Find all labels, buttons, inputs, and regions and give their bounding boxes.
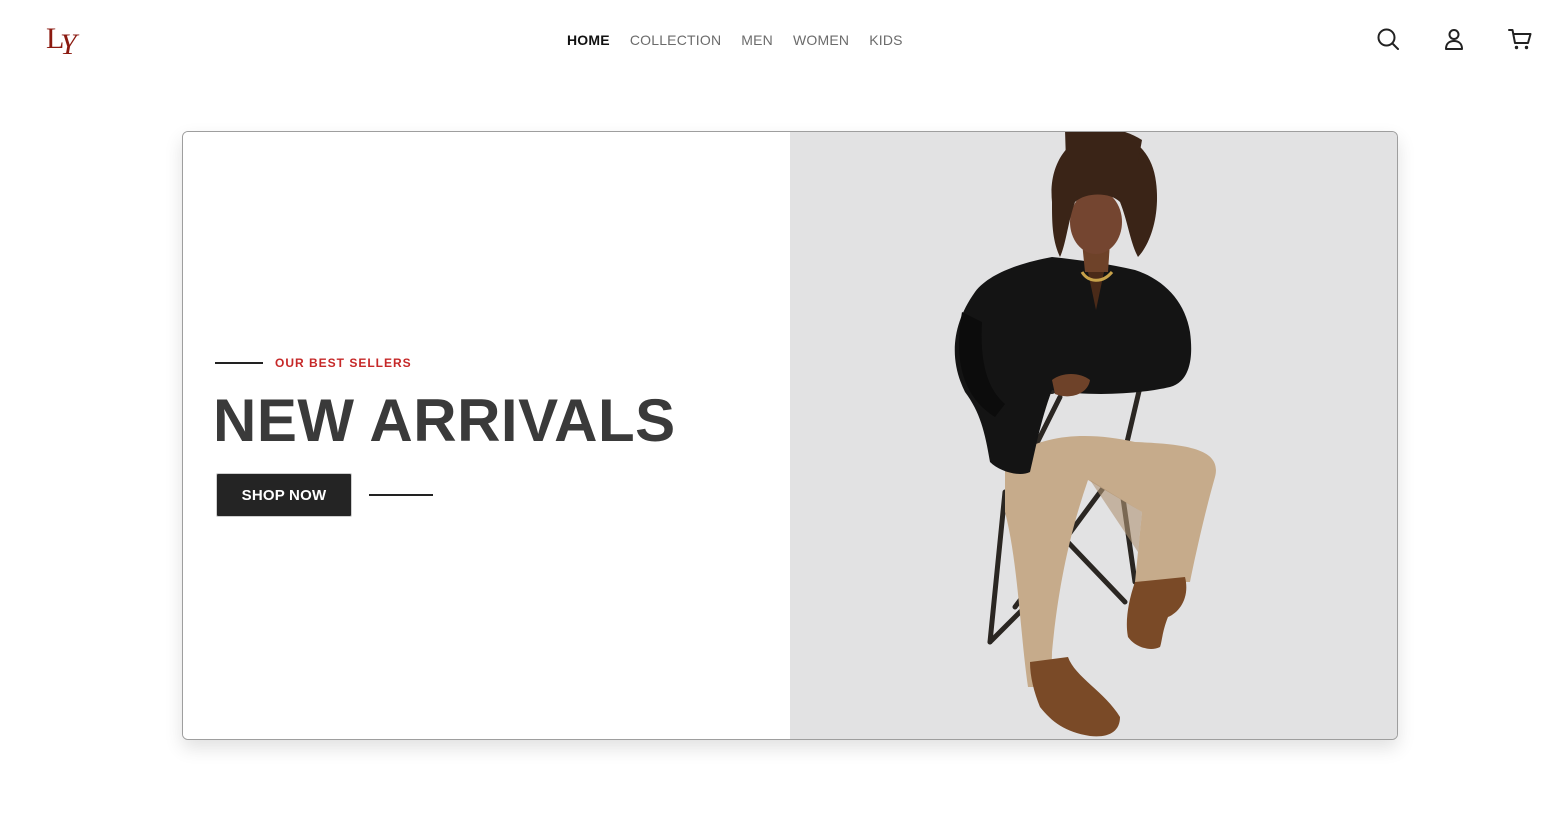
nav-item-kids[interactable]: KIDS [869,32,902,48]
hero-banner: OUR BEST SELLERS NEW ARRIVALS SHOP NOW [182,131,1398,740]
nav-item-men[interactable]: MEN [741,32,773,48]
brand-logo[interactable]: L Y [44,18,88,60]
hero-model-image[interactable] [790,132,1397,739]
hero-eyebrow: OUR BEST SELLERS [215,356,412,370]
site-header: L Y HOME COLLECTION MEN WOMEN KIDS [0,0,1563,80]
hero-title: NEW ARRIVALS [213,387,676,454]
search-icon [1377,28,1399,50]
user-icon [1445,29,1463,50]
nav-item-women[interactable]: WOMEN [793,32,849,48]
cart-button[interactable] [1507,26,1533,52]
header-actions [1375,26,1533,52]
hero-cta-row: SHOP NOW [216,473,433,517]
hero-image-panel [790,132,1397,739]
brand-logo-mark: L Y [46,22,80,60]
svg-text:Y: Y [60,28,80,60]
cart-icon [1508,29,1532,50]
account-button[interactable] [1441,26,1467,52]
eyebrow-text: OUR BEST SELLERS [275,356,412,370]
main-nav: HOME COLLECTION MEN WOMEN KIDS [567,30,903,50]
shop-now-button[interactable]: SHOP NOW [216,473,352,517]
nav-item-collection[interactable]: COLLECTION [630,32,721,48]
eyebrow-divider [215,362,263,364]
search-button[interactable] [1375,26,1401,52]
hero-text-panel: OUR BEST SELLERS NEW ARRIVALS SHOP NOW [183,132,790,739]
nav-item-home[interactable]: HOME [567,32,610,48]
model-illustration [954,132,1216,737]
cta-divider [369,494,433,496]
